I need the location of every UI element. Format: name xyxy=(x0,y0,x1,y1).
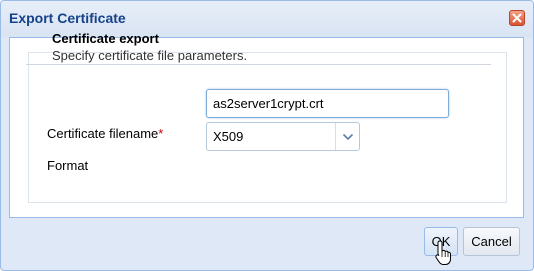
section-description: Specify certificate file parameters. xyxy=(52,48,248,63)
cancel-button[interactable]: Cancel xyxy=(463,227,520,256)
close-icon xyxy=(512,13,522,23)
export-certificate-dialog: Export Certificate Certificate export Sp… xyxy=(0,0,534,271)
hand-pointer-icon xyxy=(435,240,451,265)
filename-input[interactable] xyxy=(206,89,449,118)
format-select-trigger[interactable] xyxy=(335,123,359,150)
format-label: Format xyxy=(47,158,89,173)
format-select-value: X509 xyxy=(213,129,244,144)
dialog-title: Export Certificate xyxy=(9,10,126,26)
required-marker: * xyxy=(158,126,164,141)
close-button[interactable] xyxy=(509,10,525,26)
filename-label: Certificate filename* xyxy=(47,126,163,141)
format-select[interactable]: X509 xyxy=(206,122,360,151)
section-divider xyxy=(26,64,491,65)
filename-label-text: Certificate filename xyxy=(47,126,159,141)
chevron-down-icon xyxy=(342,133,354,141)
section-title: Certificate export xyxy=(52,31,159,46)
